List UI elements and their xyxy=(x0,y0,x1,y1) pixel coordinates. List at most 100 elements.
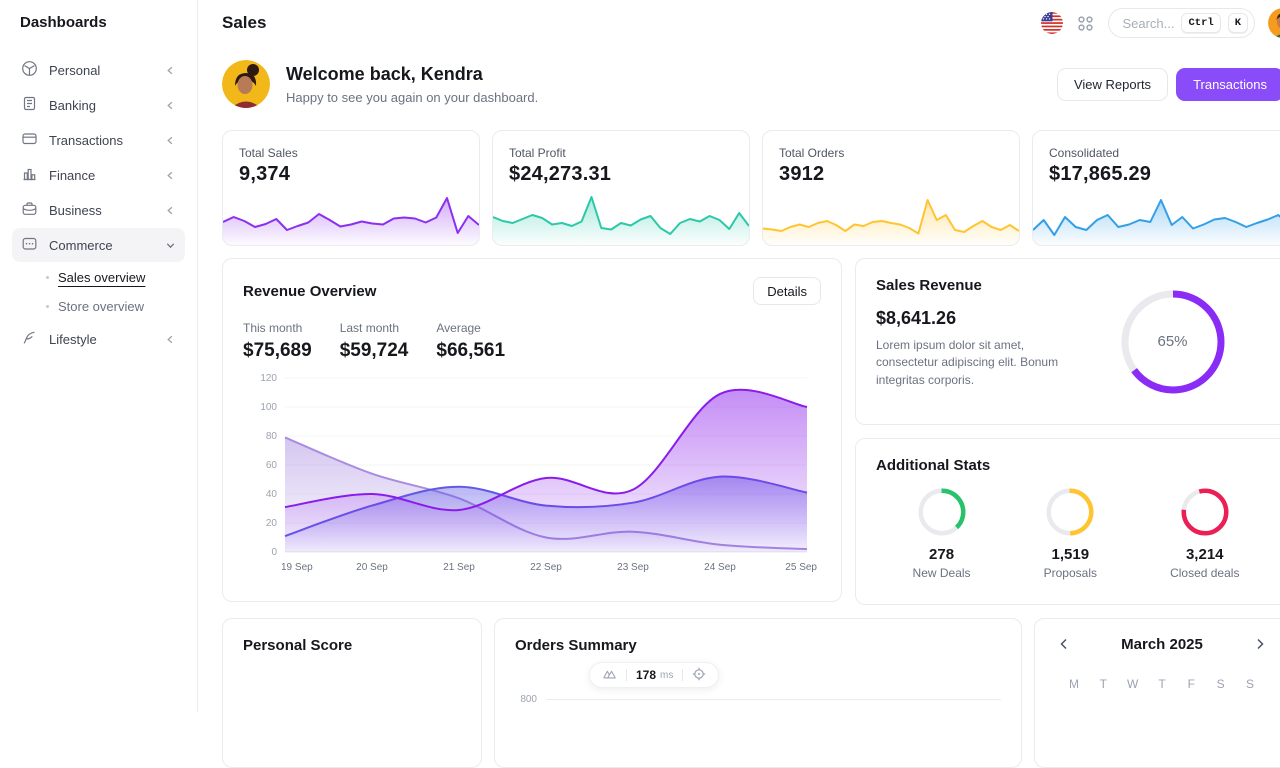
stat-card-total-profit: Total Profit $24,273.31 xyxy=(492,130,750,246)
sidebar-subitem-label: Sales overview xyxy=(58,270,145,285)
sidebar-item-business[interactable]: Business xyxy=(12,193,185,227)
speed-metric-pill: 178 ms xyxy=(589,662,719,688)
credit-card-icon xyxy=(21,130,38,150)
svg-text:20 Sep: 20 Sep xyxy=(356,562,388,573)
sidebar-item-label: Business xyxy=(49,203,102,218)
chevron-left-icon[interactable] xyxy=(165,205,176,216)
stat-value: $24,273.31 xyxy=(509,163,733,186)
weekday-label: M xyxy=(1067,677,1081,691)
stat-value: 9,374 xyxy=(239,163,463,186)
sidebar-item-label: Banking xyxy=(49,98,96,113)
stat-cards-row: Total Sales 9,374 Total Profit $24,273.3… xyxy=(222,130,1280,246)
sidebar-subitem-label: Store overview xyxy=(58,299,144,314)
stat-label: Total Profit xyxy=(509,146,733,160)
weekday-label: F xyxy=(1184,677,1198,691)
sidebar-item-transactions[interactable]: Transactions xyxy=(12,123,185,157)
chevron-down-icon[interactable] xyxy=(165,240,176,251)
svg-text:20: 20 xyxy=(266,518,278,529)
kbd-ctrl: Ctrl xyxy=(1181,13,1220,33)
sidebar-item-banking[interactable]: Banking xyxy=(12,88,185,122)
calendar-next-button[interactable] xyxy=(1251,635,1269,653)
chevron-left-icon[interactable] xyxy=(165,135,176,146)
stat-ring-closed-deals: 3,214 Closed deals xyxy=(1170,488,1239,580)
search-input[interactable]: Search... Ctrl K xyxy=(1108,8,1255,38)
revenue-overview-card: Revenue Overview Details This month $75,… xyxy=(222,258,842,602)
stat-value: 3912 xyxy=(779,163,1003,186)
search-placeholder: Search... xyxy=(1122,16,1174,31)
kbd-k: K xyxy=(1228,13,1248,33)
weekday-label: T xyxy=(1155,677,1169,691)
chevron-left-icon[interactable] xyxy=(165,334,176,345)
feather-icon xyxy=(21,329,38,349)
revenue-stat-this-month: This month $75,689 xyxy=(243,321,312,362)
calendar-weekday-row: M T W T F S S xyxy=(1055,677,1269,691)
orders-summary-title: Orders Summary xyxy=(515,637,1001,654)
language-flag-icon[interactable] xyxy=(1041,12,1063,34)
gridline xyxy=(546,699,1001,700)
stat-value: 278 xyxy=(929,546,954,563)
stat-label: This month xyxy=(243,321,312,335)
sidebar-item-finance[interactable]: Finance xyxy=(12,158,185,192)
welcome-avatar xyxy=(222,60,270,108)
sidebar-item-label: Lifestyle xyxy=(49,332,97,347)
svg-text:40: 40 xyxy=(266,489,278,500)
sidebar-item-label: Transactions xyxy=(49,133,123,148)
sidebar-item-commerce[interactable]: Commerce xyxy=(12,228,185,262)
chevron-left-icon[interactable] xyxy=(165,65,176,76)
personal-score-title: Personal Score xyxy=(243,637,461,654)
crosshair-icon[interactable] xyxy=(692,667,706,684)
sales-revenue-description: Lorem ipsum dolor sit amet, consectetur … xyxy=(876,337,1071,389)
additional-stats-card: Additional Stats 278 New Deals 1,519 Pro… xyxy=(855,438,1280,605)
welcome-heading: Welcome back, Kendra xyxy=(286,64,538,85)
user-avatar[interactable] xyxy=(1268,8,1280,38)
svg-text:80: 80 xyxy=(266,431,278,442)
sales-revenue-value: $8,641.26 xyxy=(876,308,1071,329)
ring-chart xyxy=(1181,488,1229,536)
stat-value: 3,214 xyxy=(1186,546,1224,563)
stat-card-total-sales: Total Sales 9,374 xyxy=(222,130,480,246)
chevron-left-icon[interactable] xyxy=(165,170,176,181)
divider xyxy=(682,669,683,681)
chevron-left-icon[interactable] xyxy=(165,100,176,111)
weekday-label: T xyxy=(1096,677,1110,691)
svg-text:60: 60 xyxy=(266,460,278,471)
svg-text:25 Sep: 25 Sep xyxy=(785,562,817,573)
orders-chart-axis: 800 xyxy=(515,694,1001,705)
svg-text:22 Sep: 22 Sep xyxy=(530,562,562,573)
metric-unit: ms xyxy=(660,670,673,681)
stat-label: Total Sales xyxy=(239,146,463,160)
calendar-prev-button[interactable] xyxy=(1055,635,1073,653)
main-content: Sales Search xyxy=(198,0,1280,768)
cash-box-icon xyxy=(21,235,38,255)
bullet-dot xyxy=(46,276,49,279)
page-title: Sales xyxy=(222,13,266,33)
sidebar-subitem-store-overview[interactable]: Store overview xyxy=(12,292,185,321)
stat-card-consolidated: Consolidated $17,865.29 xyxy=(1032,130,1280,246)
sales-revenue-title: Sales Revenue xyxy=(876,277,1071,294)
sidebar: Dashboards Personal Banking Transactions… xyxy=(0,0,198,712)
stat-ring-new-deals: 278 New Deals xyxy=(913,488,971,580)
svg-text:120: 120 xyxy=(260,373,277,384)
weekday-label: S xyxy=(1243,677,1257,691)
welcome-section: Welcome back, Kendra Happy to see you ag… xyxy=(222,60,1280,108)
sparkline-chart xyxy=(223,187,479,245)
stat-label: Average xyxy=(436,321,505,335)
y-tick-label: 800 xyxy=(515,694,537,705)
sidebar-subitem-sales-overview[interactable]: Sales overview xyxy=(12,263,185,292)
revenue-area-chart: 02040608010012019 Sep20 Sep21 Sep22 Sep2… xyxy=(243,370,821,576)
view-reports-button[interactable]: View Reports xyxy=(1057,68,1168,101)
apps-grid-icon[interactable] xyxy=(1076,14,1095,33)
triangles-icon[interactable] xyxy=(602,667,617,683)
svg-text:100: 100 xyxy=(260,402,277,413)
sidebar-item-lifestyle[interactable]: Lifestyle xyxy=(12,322,185,356)
stat-value: $75,689 xyxy=(243,340,312,362)
sidebar-item-personal[interactable]: Personal xyxy=(12,53,185,87)
weekday-label: W xyxy=(1126,677,1140,691)
sparkline-chart xyxy=(1033,187,1280,245)
details-button[interactable]: Details xyxy=(753,277,821,305)
orders-summary-card: Orders Summary 178 ms 800 xyxy=(494,618,1022,768)
stat-label: Last month xyxy=(340,321,409,335)
additional-stats-title: Additional Stats xyxy=(876,457,1274,474)
transactions-button[interactable]: Transactions xyxy=(1176,68,1280,101)
calendar-month-label: March 2025 xyxy=(1121,636,1203,653)
